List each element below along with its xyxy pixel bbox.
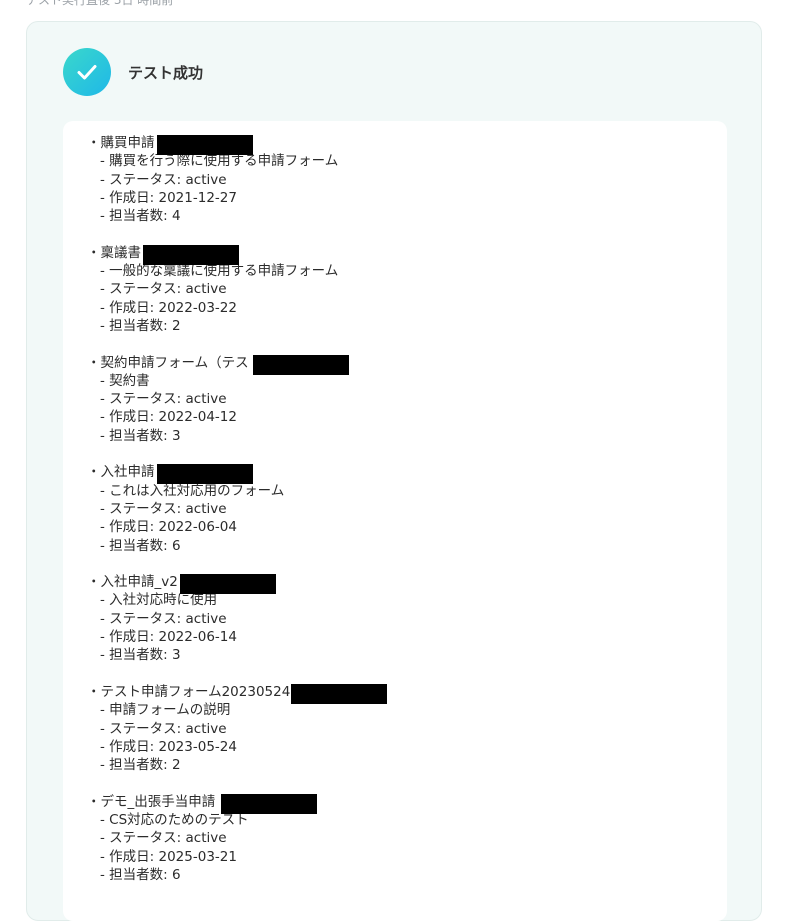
- form-description: - これは入社対応用のフォーム: [100, 482, 285, 499]
- form-title: ・入社申請_v2（: [87, 574, 192, 591]
- form-title: ・入社申請（: [87, 464, 168, 481]
- form-created-date: - 作成日: 2022-04-12: [100, 409, 237, 426]
- form-list: ・購買申請（ - 購買を行う際に使用する申請フォーム - ステータス: acti…: [87, 134, 387, 902]
- form-description: - 入社対応時に使用: [100, 592, 218, 609]
- form-description: - 申請フォームの説明: [100, 702, 231, 719]
- redacted-id: [143, 244, 239, 265]
- form-description: - CS対応のためのテスト: [100, 811, 249, 828]
- check-circle-icon: [63, 48, 111, 96]
- form-entry: ・テスト申請フォーム20230524（ - 申請フォームの説明 - ステータス:…: [87, 683, 387, 774]
- form-status: - ステータス: active: [100, 610, 227, 627]
- form-status: - ステータス: active: [100, 500, 227, 517]
- form-assignee-count: - 担当者数: 3: [100, 427, 181, 444]
- redacted-id: [221, 793, 317, 814]
- form-title: ・デモ_出張手当申請（: [87, 793, 229, 810]
- form-status: - ステータス: active: [100, 391, 227, 408]
- form-created-date: - 作成日: 2022-03-22: [100, 299, 237, 316]
- form-assignee-count: - 担当者数: 2: [100, 317, 181, 334]
- form-status: - ステータス: active: [100, 171, 227, 188]
- form-assignee-count: - 担当者数: 3: [100, 647, 181, 664]
- form-entry: ・入社申請（ - これは入社対応用のフォーム - ステータス: active -…: [87, 463, 338, 554]
- redacted-id: [291, 683, 387, 704]
- redacted-id: [180, 574, 276, 595]
- form-entry: ・稟議書（ - 一般的な稟議に使用する申請フォーム - ステータス: activ…: [87, 244, 338, 335]
- test-status-title: テスト成功: [128, 63, 204, 82]
- form-entry: ・デモ_出張手当申請（ - CS対応のためのテスト - ステータス: activ…: [87, 793, 338, 884]
- form-entry: ・契約申請フォーム（テスト） - 契約書 - ステータス: active - 作…: [87, 354, 349, 445]
- test-run-caption: テスト実行直後 3日 時間前: [26, 0, 174, 7]
- form-assignee-count: - 担当者数: 4: [100, 208, 181, 225]
- form-title: ・契約申請フォーム（テスト）: [87, 354, 276, 371]
- form-created-date: - 作成日: 2022-06-14: [100, 629, 237, 646]
- form-title: ・購買申請（: [87, 135, 168, 151]
- form-title: ・テスト申請フォーム20230524（: [87, 683, 304, 700]
- form-created-date: - 作成日: 2023-05-24: [100, 738, 237, 755]
- form-status: - ステータス: active: [100, 720, 227, 737]
- form-created-date: - 作成日: 2022-06-04: [100, 519, 237, 536]
- form-assignee-count: - 担当者数: 6: [100, 866, 181, 883]
- test-status-header: テスト成功: [63, 48, 203, 96]
- redacted-id: [157, 135, 253, 155]
- form-description: - 契約書: [100, 372, 150, 389]
- form-entry: ・購買申請（ - 購買を行う際に使用する申請フォーム - ステータス: acti…: [87, 134, 338, 225]
- form-status: - ステータス: active: [100, 830, 227, 847]
- form-created-date: - 作成日: 2025-03-21: [100, 848, 237, 865]
- form-description: - 購買を行う際に使用する申請フォーム: [100, 153, 339, 170]
- redacted-id: [253, 354, 349, 375]
- form-entry: ・入社申請_v2（ - 入社対応時に使用 - ステータス: active - 作…: [87, 573, 338, 664]
- form-assignee-count: - 担当者数: 2: [100, 757, 181, 774]
- redacted-id: [157, 464, 253, 485]
- form-created-date: - 作成日: 2021-12-27: [100, 189, 237, 206]
- form-assignee-count: - 担当者数: 6: [100, 537, 181, 554]
- form-status: - ステータス: active: [100, 281, 227, 298]
- test-result-card: テスト成功 ・購買申請（ - 購買を行う際に使用する申請フォーム - ステータス…: [26, 21, 762, 921]
- test-output-box: ・購買申請（ - 購買を行う際に使用する申請フォーム - ステータス: acti…: [63, 121, 727, 921]
- form-description: - 一般的な稟議に使用する申請フォーム: [100, 263, 339, 280]
